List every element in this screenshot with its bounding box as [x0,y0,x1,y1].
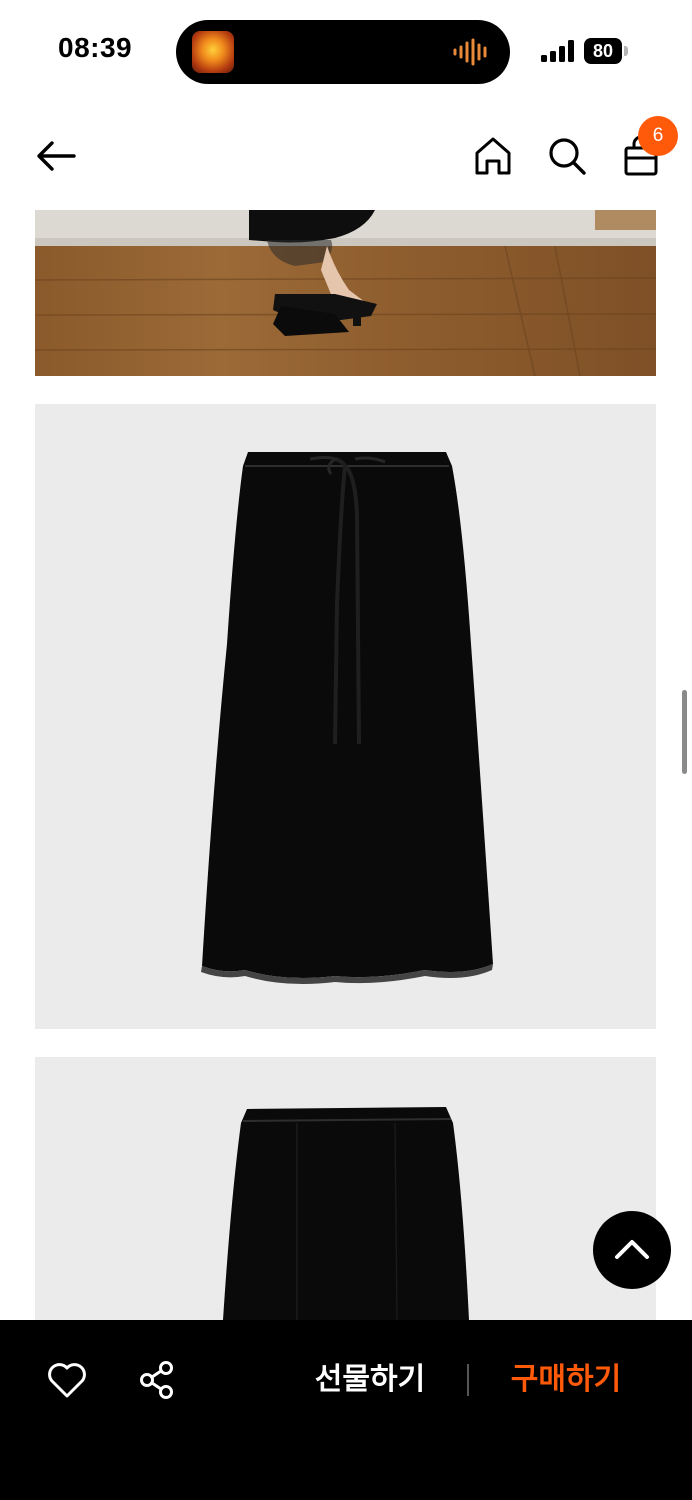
status-bar: 08:39 80 [0,0,692,100]
gift-button[interactable]: 선물하기 [300,1356,440,1404]
divider [467,1364,469,1396]
product-photo-skirt-front [35,404,656,1029]
status-time: 08:39 [58,32,133,63]
model-photo-legs-illustration [35,210,656,376]
battery-icon: 80 [584,38,630,64]
dynamic-island[interactable] [176,20,510,84]
skirt-front-illustration [201,452,493,984]
battery-level: 80 [584,38,622,64]
back-arrow-icon[interactable] [34,138,78,174]
scrollbar-thumb[interactable] [682,690,687,774]
scroll-to-top-button[interactable] [593,1211,671,1289]
skirt-back-illustration [223,1107,469,1320]
home-icon[interactable] [474,136,512,176]
share-icon[interactable] [138,1360,176,1400]
battery-cap [624,46,628,56]
product-photo-skirt-back [35,1057,656,1320]
heart-icon[interactable] [46,1361,88,1399]
audio-waveform-icon [453,38,487,66]
cellular-signal-icon [541,40,574,62]
product-detail-page: 08:39 80 6 선물하기 구매하기 [0,0,692,1500]
chevron-up-icon [615,1240,649,1259]
now-playing-artwork [192,31,234,73]
cart-count-badge: 6 [638,116,678,156]
model-photo-legs [35,210,656,376]
bottom-action-bar: 선물하기 구매하기 [0,1320,692,1500]
search-icon[interactable] [547,136,587,176]
top-navigation: 6 [0,100,692,210]
buy-button[interactable]: 구매하기 [496,1356,636,1404]
